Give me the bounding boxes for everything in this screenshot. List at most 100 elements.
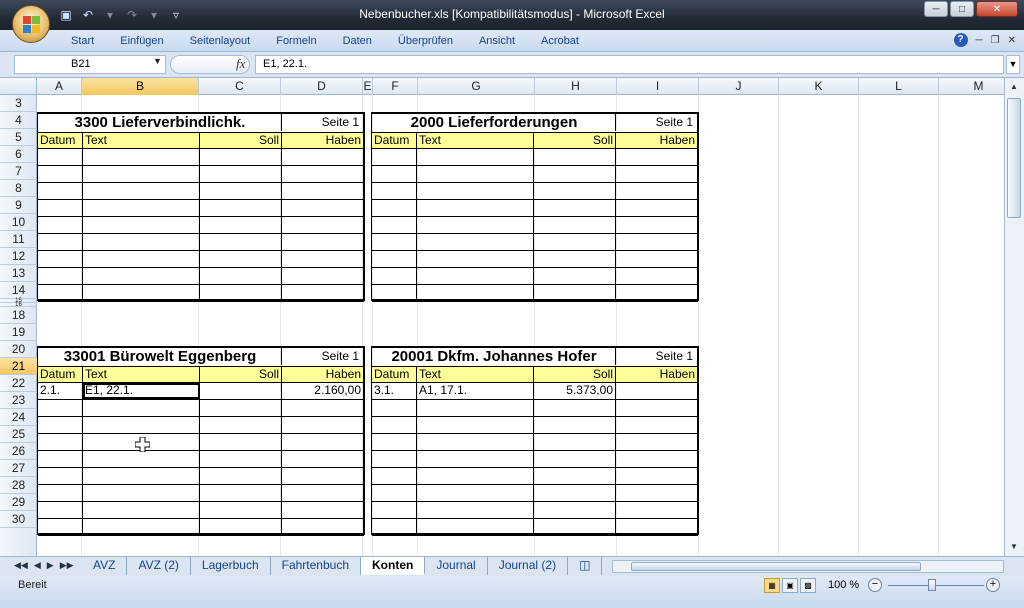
table-cell[interactable] xyxy=(417,285,534,301)
normal-view-icon[interactable]: ▦ xyxy=(764,578,780,593)
ribbon-tab-ansicht[interactable]: Ansicht xyxy=(466,33,528,50)
scroll-up-icon[interactable]: ▲ xyxy=(1007,80,1021,94)
scroll-down-icon[interactable]: ▼ xyxy=(1007,540,1021,554)
account-title[interactable]: 33001 Bürowelt Eggenberg xyxy=(38,348,282,365)
row-header[interactable]: 9 xyxy=(0,197,37,214)
account-header-cell[interactable]: Text xyxy=(417,133,534,149)
row-header[interactable]: 23 xyxy=(0,392,37,409)
row-header[interactable]: 12 xyxy=(0,248,37,265)
row-header[interactable]: 11 xyxy=(0,231,37,248)
table-cell[interactable] xyxy=(282,251,364,267)
table-cell[interactable] xyxy=(417,485,534,501)
table-cell[interactable] xyxy=(83,183,200,199)
table-cell[interactable] xyxy=(38,434,83,450)
page-break-view-icon[interactable]: ▩ xyxy=(800,578,816,593)
table-cell[interactable] xyxy=(200,234,282,250)
table-cell[interactable] xyxy=(282,417,364,433)
table-cell[interactable] xyxy=(417,519,534,535)
account-page-label[interactable]: Seite 1 xyxy=(281,114,363,131)
table-cell[interactable] xyxy=(282,234,364,250)
horizontal-scrollbar[interactable] xyxy=(612,560,1004,573)
table-cell[interactable] xyxy=(200,217,282,233)
row-header[interactable]: 28 xyxy=(0,477,37,494)
minimize-button[interactable]: ─ xyxy=(924,1,948,17)
table-cell[interactable]: 3.1. xyxy=(372,383,417,399)
account-header-cell[interactable]: Datum xyxy=(38,367,83,383)
table-cell[interactable] xyxy=(417,183,534,199)
row-header[interactable]: 18 xyxy=(0,307,37,324)
table-cell[interactable] xyxy=(38,217,83,233)
table-cell[interactable] xyxy=(38,485,83,501)
table-cell[interactable] xyxy=(282,183,364,199)
table-cell[interactable] xyxy=(200,485,282,501)
table-cell[interactable] xyxy=(417,268,534,284)
column-header[interactable]: K xyxy=(779,78,859,95)
table-cell[interactable] xyxy=(372,400,417,416)
workbook-restore-icon[interactable]: ❐ xyxy=(991,35,1000,46)
table-cell[interactable] xyxy=(38,285,83,301)
table-cell[interactable] xyxy=(282,268,364,284)
table-cell[interactable] xyxy=(83,285,200,301)
table-cell[interactable] xyxy=(372,217,417,233)
account-header-cell[interactable]: Text xyxy=(417,367,534,383)
sheet-tab-avz-2[interactable]: AVZ (2) xyxy=(127,557,191,575)
table-cell[interactable] xyxy=(38,468,83,484)
ribbon-tab-start[interactable]: Start xyxy=(58,33,107,50)
account-header-cell[interactable]: Datum xyxy=(372,367,417,383)
table-cell[interactable] xyxy=(417,217,534,233)
table-cell[interactable] xyxy=(534,166,616,182)
table-cell[interactable] xyxy=(200,434,282,450)
table-cell[interactable] xyxy=(83,400,200,416)
account-page-label[interactable]: Seite 1 xyxy=(615,114,697,131)
table-cell[interactable] xyxy=(200,200,282,216)
insert-sheet-icon[interactable]: ◫ xyxy=(568,557,603,575)
table-cell[interactable] xyxy=(616,149,698,165)
table-cell[interactable] xyxy=(200,417,282,433)
zoom-out-icon[interactable]: − xyxy=(868,578,882,592)
table-cell[interactable] xyxy=(200,502,282,518)
table-cell[interactable] xyxy=(534,451,616,467)
ribbon-tab-acrobat[interactable]: Acrobat xyxy=(528,33,592,50)
row-header[interactable]: 26 xyxy=(0,443,37,460)
table-cell[interactable] xyxy=(616,285,698,301)
column-header[interactable]: I xyxy=(617,78,699,95)
ribbon-tab-einfuegen[interactable]: Einfügen xyxy=(107,33,176,50)
table-cell[interactable] xyxy=(282,519,364,535)
account-header-cell[interactable]: Text xyxy=(83,133,200,149)
table-cell[interactable] xyxy=(83,502,200,518)
table-cell[interactable] xyxy=(616,519,698,535)
table-cell[interactable] xyxy=(534,183,616,199)
account-header-cell[interactable]: Haben xyxy=(282,133,364,149)
table-cell[interactable] xyxy=(200,149,282,165)
table-cell[interactable] xyxy=(534,251,616,267)
ribbon-tab-formeln[interactable]: Formeln xyxy=(263,33,329,50)
table-cell[interactable] xyxy=(417,434,534,450)
row-header[interactable]: 8 xyxy=(0,180,37,197)
row-header[interactable]: 30 xyxy=(0,511,37,528)
table-cell[interactable] xyxy=(616,502,698,518)
account-title[interactable]: 20001 Dkfm. Johannes Hofer xyxy=(372,348,616,365)
column-header[interactable]: J xyxy=(699,78,779,95)
table-cell[interactable]: A1, 17.1. xyxy=(417,383,534,399)
row-header[interactable]: 4 xyxy=(0,112,37,129)
name-box[interactable]: B21 xyxy=(14,55,166,74)
sheet-tab-lagerbuch[interactable]: Lagerbuch xyxy=(190,557,271,575)
maximize-button[interactable]: □ xyxy=(950,1,974,17)
table-cell[interactable]: 5.373,00 xyxy=(534,383,616,399)
table-cell[interactable] xyxy=(83,217,200,233)
horizontal-scroll-thumb[interactable] xyxy=(631,562,921,571)
account-header-cell[interactable]: Soll xyxy=(200,367,282,383)
worksheet-grid[interactable]: 3300 Lieferverbindlichk. Seite 1 Datum Text… xyxy=(37,95,1004,556)
last-sheet-icon[interactable]: ▶▶ xyxy=(60,560,74,571)
column-header[interactable]: H xyxy=(535,78,617,95)
table-cell[interactable] xyxy=(534,468,616,484)
row-header[interactable]: 5 xyxy=(0,129,37,146)
sheet-tab-avz[interactable]: AVZ xyxy=(82,557,128,575)
row-header[interactable]: 7 xyxy=(0,163,37,180)
vertical-scrollbar[interactable]: ▲ ▼ xyxy=(1004,78,1024,556)
table-cell[interactable] xyxy=(372,183,417,199)
ribbon-tab-daten[interactable]: Daten xyxy=(330,33,385,50)
account-header-cell[interactable]: Datum xyxy=(372,133,417,149)
column-header[interactable]: C xyxy=(199,78,281,95)
row-header[interactable]: 24 xyxy=(0,409,37,426)
